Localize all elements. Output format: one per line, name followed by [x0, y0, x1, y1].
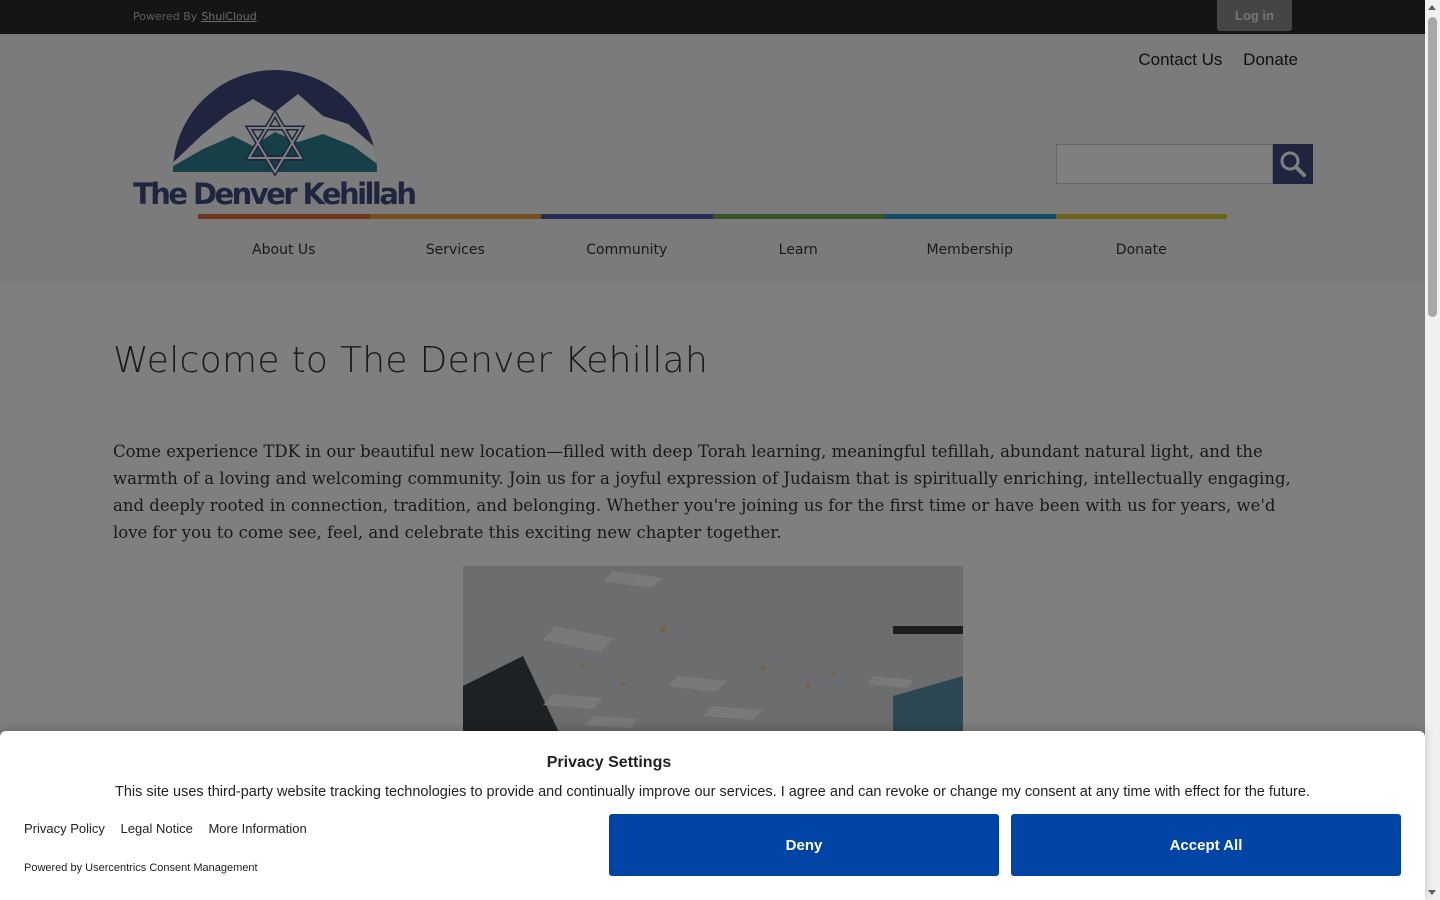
scroll-up-arrow-icon[interactable]	[1428, 5, 1436, 10]
scroll-thumb[interactable]	[1428, 17, 1437, 317]
consent-links: Privacy Policy Legal Notice More Informa…	[24, 821, 319, 836]
more-information-link[interactable]: More Information	[208, 821, 306, 836]
accept-all-button[interactable]: Accept All	[1011, 814, 1401, 876]
deny-button[interactable]: Deny	[609, 814, 999, 876]
scroll-down-arrow-icon[interactable]	[1428, 890, 1436, 895]
privacy-policy-link[interactable]: Privacy Policy	[24, 821, 105, 836]
consent-title: Privacy Settings	[546, 754, 672, 771]
scrollbar[interactable]	[1425, 0, 1440, 900]
consent-text: This site uses third-party website track…	[115, 784, 1310, 800]
privacy-consent-banner: Privacy Settings This site uses third-pa…	[0, 731, 1425, 900]
legal-notice-link[interactable]: Legal Notice	[121, 821, 193, 836]
consent-powered-by: Powered by Usercentrics Consent Manageme…	[24, 862, 258, 874]
